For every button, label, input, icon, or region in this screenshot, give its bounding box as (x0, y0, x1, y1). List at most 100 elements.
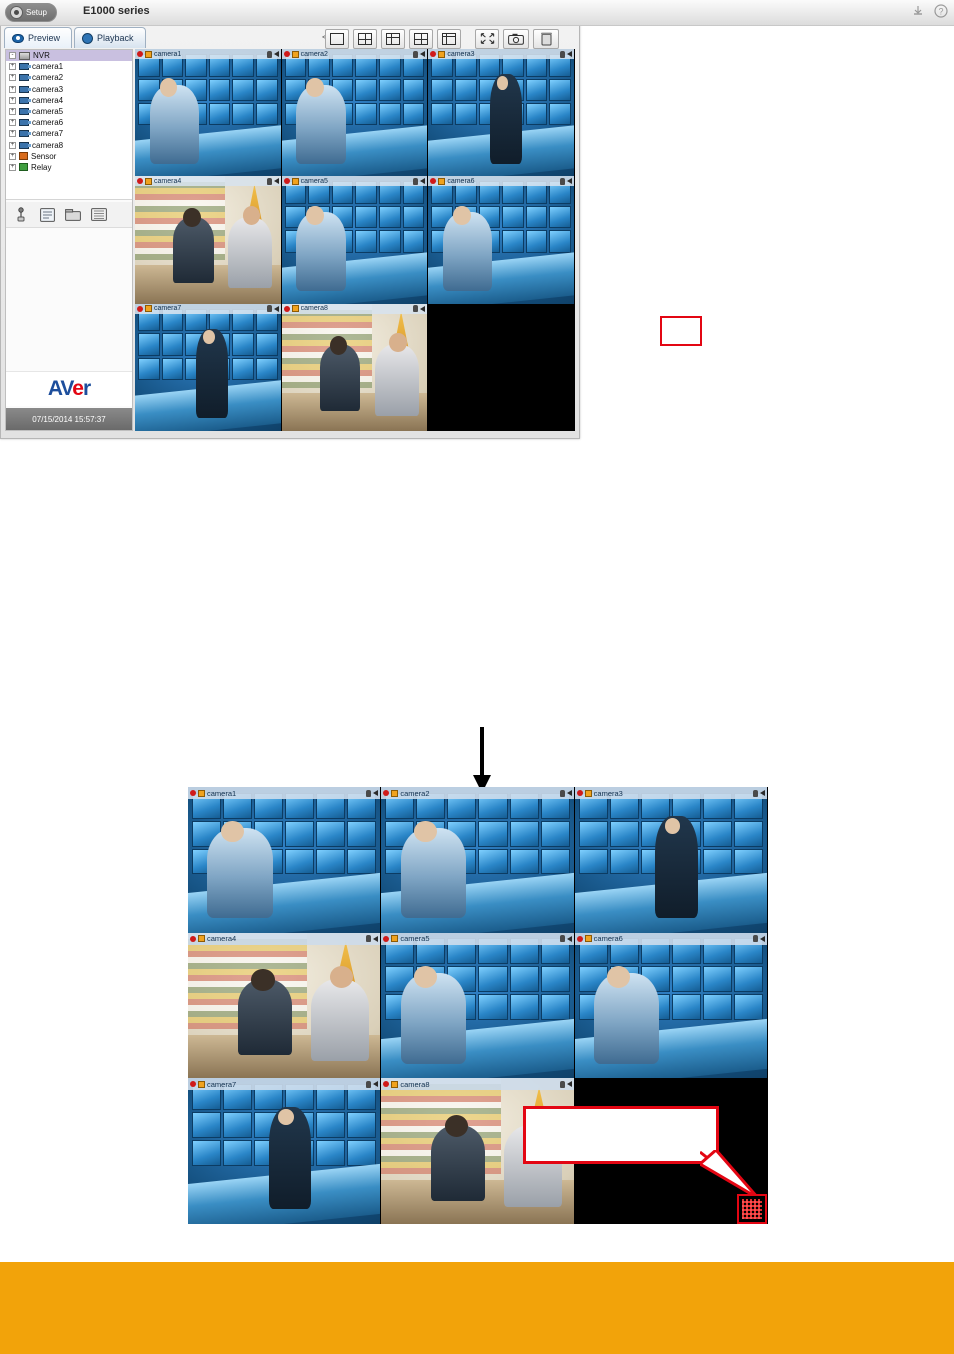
speaker-icon[interactable] (373, 790, 379, 796)
chevron-expand-icon[interactable]: + (9, 85, 16, 93)
tab-playback[interactable]: Playback (74, 27, 146, 48)
backup-icon[interactable] (91, 207, 107, 223)
speaker-icon[interactable] (373, 1081, 379, 1088)
tree-item-camera7[interactable]: + camera7 (6, 128, 132, 139)
chevron-expand-icon[interactable]: + (9, 63, 16, 71)
tree-item-camera4[interactable]: + camera4 (6, 95, 132, 106)
video-cell-controls[interactable] (559, 935, 572, 943)
tree-item-camera3[interactable]: + camera3 (6, 84, 132, 95)
chevron-expand-icon[interactable]: + (9, 96, 16, 104)
microphone-icon[interactable] (266, 305, 272, 313)
speaker-icon[interactable] (420, 51, 426, 57)
tree-root-nvr[interactable]: - NVR (6, 50, 132, 62)
speaker-icon[interactable] (273, 305, 279, 312)
fullscreen-button[interactable] (475, 28, 499, 49)
video-cell-controls[interactable] (413, 177, 426, 185)
microphone-icon[interactable] (413, 305, 419, 313)
tree-item-camera8[interactable]: + camera8 (6, 140, 132, 151)
microphone-icon[interactable] (266, 177, 272, 185)
video-cell-controls[interactable] (413, 50, 426, 58)
sixteen-view-button[interactable] (437, 28, 461, 49)
microphone-icon[interactable] (752, 935, 758, 943)
nine-view-button[interactable] (381, 28, 405, 49)
single-view-button[interactable] (325, 28, 349, 49)
chevron-expand-icon[interactable]: + (9, 119, 16, 127)
video-cell[interactable]: camera4 (135, 176, 282, 304)
tree-item-camera6[interactable]: + camera6 (6, 117, 132, 128)
tree-item-camera1[interactable]: + camera1 (6, 61, 132, 72)
video-cell[interactable]: camera3 (428, 49, 575, 177)
microphone-icon[interactable] (366, 789, 372, 797)
speaker-icon[interactable] (759, 935, 765, 942)
video-cell[interactable]: camera7 (188, 1078, 382, 1224)
speaker-icon[interactable] (759, 790, 765, 796)
chevron-expand-icon[interactable]: + (9, 141, 16, 149)
delete-button[interactable] (533, 28, 559, 49)
chevron-expand-icon[interactable]: + (9, 74, 16, 82)
chevron-expand-icon[interactable]: + (9, 130, 16, 138)
video-cell-controls[interactable] (559, 789, 572, 797)
video-cell-controls[interactable] (366, 935, 379, 943)
tree-item-camera5[interactable]: + camera5 (6, 106, 132, 117)
setup-button[interactable]: Setup (5, 3, 57, 22)
speaker-icon[interactable] (567, 51, 572, 57)
speaker-icon[interactable] (420, 305, 426, 312)
speaker-icon[interactable] (566, 790, 572, 796)
microphone-icon[interactable] (752, 789, 758, 797)
chevron-expand-icon[interactable]: + (9, 163, 16, 171)
tree-item-sensor[interactable]: + Sensor (6, 151, 132, 162)
video-cell-empty[interactable] (428, 303, 575, 431)
microphone-icon[interactable] (413, 50, 419, 58)
video-cell-controls[interactable] (413, 305, 426, 313)
video-cell-controls[interactable] (366, 789, 379, 797)
speaker-icon[interactable] (373, 935, 379, 942)
video-cell-controls[interactable] (266, 305, 279, 313)
exit-fullscreen-button[interactable] (737, 1194, 767, 1224)
video-cell[interactable]: camera4 (188, 932, 382, 1079)
video-cell[interactable]: camera5 (281, 176, 429, 304)
microphone-icon[interactable] (560, 50, 565, 58)
video-cell[interactable]: camera5 (381, 932, 575, 1079)
tree-item-relay[interactable]: + Relay (6, 162, 132, 173)
microphone-icon[interactable] (559, 789, 565, 797)
video-cell-controls[interactable] (752, 789, 765, 797)
chevron-collapse-icon[interactable]: - (9, 52, 16, 60)
video-cell[interactable]: camera2 (381, 787, 575, 933)
microphone-icon[interactable] (266, 50, 272, 58)
six-view-button[interactable] (409, 28, 433, 49)
video-cell-controls[interactable] (366, 1080, 379, 1088)
microphone-icon[interactable] (560, 177, 565, 185)
joystick-icon[interactable] (13, 207, 29, 223)
microphone-icon[interactable] (366, 935, 372, 943)
chevron-expand-icon[interactable]: + (9, 108, 16, 116)
speaker-icon[interactable] (567, 178, 572, 185)
microphone-icon[interactable] (559, 1080, 565, 1088)
speaker-icon[interactable] (566, 1081, 572, 1088)
chevron-expand-icon[interactable]: + (9, 152, 16, 160)
video-cell[interactable]: camera6 (574, 932, 768, 1079)
speaker-icon[interactable] (273, 178, 279, 185)
quad-view-button[interactable] (353, 28, 377, 49)
video-cell[interactable]: camera3 (574, 787, 768, 933)
speaker-icon[interactable] (273, 51, 279, 57)
video-cell-controls[interactable] (560, 50, 572, 58)
video-cell[interactable]: camera1 (135, 49, 282, 177)
video-cell[interactable]: camera8 (281, 303, 429, 431)
speaker-icon[interactable] (566, 935, 572, 942)
video-cell[interactable]: camera2 (281, 49, 429, 177)
help-icon[interactable]: ? (934, 4, 948, 18)
device-tree[interactable]: - NVR + camera1 + camera2 + camera3 + camera4 + c… (6, 50, 132, 200)
microphone-icon[interactable] (559, 935, 565, 943)
video-cell[interactable]: camera1 (188, 787, 382, 933)
minimize-icon[interactable] (911, 4, 925, 18)
video-cell[interactable]: camera6 (428, 176, 575, 304)
video-cell-controls[interactable] (752, 935, 765, 943)
microphone-icon[interactable] (413, 177, 419, 185)
microphone-icon[interactable] (366, 1080, 372, 1088)
video-cell-controls[interactable] (559, 1080, 572, 1088)
archive-icon[interactable] (65, 207, 81, 223)
tree-item-camera2[interactable]: + camera2 (6, 72, 132, 83)
snapshot-button[interactable] (503, 28, 529, 49)
video-cell-controls[interactable] (560, 177, 572, 185)
video-cell-controls[interactable] (266, 50, 279, 58)
